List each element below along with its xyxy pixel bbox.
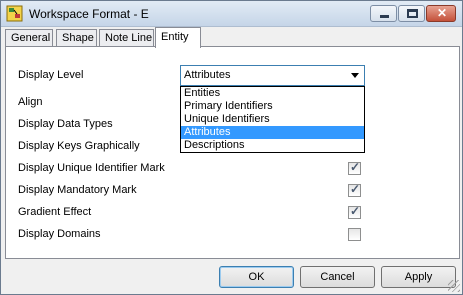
apply-button[interactable]: Apply [381, 266, 456, 288]
window-title: Workspace Format - E [29, 7, 149, 21]
display-unique-identifier-mark-checkbox[interactable]: ✓ [348, 160, 361, 175]
close-icon: ✕ [436, 6, 448, 20]
display-domains-checkbox[interactable] [348, 228, 361, 241]
chevron-down-icon [351, 73, 359, 78]
dropdown-option-attributes[interactable]: Attributes [181, 126, 364, 139]
checkmark-icon: ✓ [350, 204, 361, 218]
gradient-effect-label: Gradient Effect [18, 206, 92, 218]
display-level-value: Attributes [184, 69, 231, 81]
tab-general[interactable]: General [5, 29, 53, 47]
ok-button[interactable]: OK [219, 266, 294, 288]
dropdown-option-descriptions[interactable]: Descriptions [181, 139, 364, 152]
tab-shape[interactable]: Shape [56, 29, 97, 47]
close-button[interactable]: ✕ [426, 5, 456, 22]
dropdown-option-entities[interactable]: Entities [181, 87, 364, 100]
display-keys-graphically-label: Display Keys Graphically [18, 140, 140, 152]
display-level-dropdown: Entities Primary Identifiers Unique Iden… [180, 86, 365, 153]
dropdown-option-unique-identifiers[interactable]: Unique Identifiers [181, 113, 364, 126]
resize-grip[interactable] [448, 280, 460, 292]
entity-tab-panel: Display Level Attributes Entities Primar… [5, 46, 460, 259]
dropdown-option-primary-identifiers[interactable]: Primary Identifiers [181, 100, 364, 113]
dialog-window: Workspace Format - E ✕ General Shape Not… [0, 0, 463, 295]
checkmark-icon: ✓ [350, 160, 361, 174]
tab-entity[interactable]: Entity [155, 27, 201, 48]
display-mandatory-mark-checkbox[interactable]: ✓ [348, 182, 361, 197]
maximize-icon [407, 9, 418, 18]
display-unique-identifier-mark-label: Display Unique Identifier Mark [18, 162, 165, 174]
gradient-effect-checkbox[interactable]: ✓ [348, 204, 361, 219]
cancel-button[interactable]: Cancel [300, 266, 375, 288]
maximize-button[interactable] [398, 5, 425, 22]
display-mandatory-mark-label: Display Mandatory Mark [18, 184, 137, 196]
align-label: Align [18, 96, 43, 108]
app-icon [6, 5, 23, 22]
checkmark-icon: ✓ [350, 182, 361, 196]
display-data-types-label: Display Data Types [18, 118, 113, 130]
tab-note-line[interactable]: Note Line [99, 29, 154, 47]
display-domains-label: Display Domains [18, 228, 101, 240]
minimize-button[interactable] [370, 5, 397, 22]
display-level-select[interactable]: Attributes [180, 65, 365, 86]
title-bar[interactable]: Workspace Format - E ✕ [1, 1, 462, 27]
display-level-label: Display Level [18, 69, 84, 81]
minimize-icon [380, 15, 389, 18]
